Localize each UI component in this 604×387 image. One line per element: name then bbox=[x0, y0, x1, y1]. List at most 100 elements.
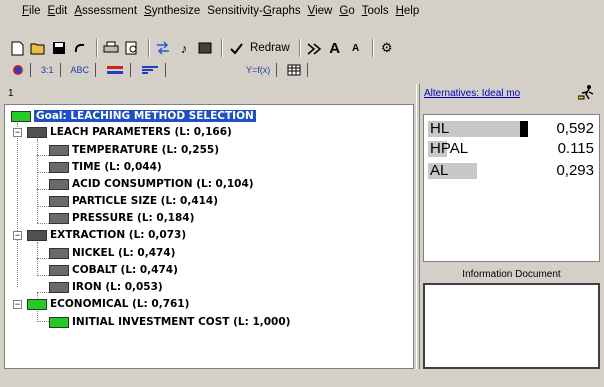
menu-file[interactable]: File bbox=[22, 5, 41, 17]
tree-connector bbox=[37, 189, 49, 190]
settings-icon[interactable]: ⚙ bbox=[378, 39, 396, 57]
alternative-name: AL bbox=[430, 162, 449, 179]
tab-sort-bars-icon[interactable] bbox=[135, 63, 167, 77]
music-note-icon[interactable]: ♪ bbox=[175, 39, 193, 57]
menu-sensitivity-graphs[interactable]: Sensitivity-Graphs bbox=[207, 5, 300, 17]
undo-icon[interactable] bbox=[71, 39, 89, 57]
tree-connector bbox=[37, 321, 49, 322]
running-figure-icon[interactable] bbox=[577, 84, 596, 103]
subcriterion-node-icon bbox=[49, 161, 69, 173]
tree-node-pressure[interactable]: PRESSURE (L: 0,184) bbox=[49, 211, 194, 225]
menu-bar: File Edit Assessment Synthesize Sensitiv… bbox=[0, 0, 604, 22]
tree-connector bbox=[37, 258, 49, 259]
stop-icon[interactable] bbox=[196, 39, 214, 57]
tree-connector bbox=[37, 155, 49, 156]
tree-node-time[interactable]: TIME (L: 0,044) bbox=[49, 160, 162, 174]
toolbar-separator bbox=[96, 39, 98, 57]
collapse-toggle-icon[interactable]: − bbox=[13, 300, 22, 309]
pane-splitter[interactable] bbox=[416, 84, 420, 369]
tree-node-economical[interactable]: ECONOMICAL (L: 0,761) bbox=[27, 297, 189, 311]
save-icon[interactable] bbox=[50, 39, 68, 57]
toolbar-separator bbox=[371, 39, 374, 57]
subcriterion-node-icon bbox=[49, 264, 69, 276]
print-icon[interactable] bbox=[102, 39, 120, 57]
toolbar: ♪ Redraw A A ⚙ bbox=[8, 36, 399, 60]
collapse-toggle-icon[interactable]: − bbox=[13, 231, 22, 240]
tree-connector bbox=[37, 223, 49, 224]
redraw-icon[interactable] bbox=[227, 39, 245, 57]
tree-pane-header: 1 bbox=[8, 84, 14, 102]
tree-node-iron[interactable]: IRON (L: 0,053) bbox=[49, 280, 163, 294]
collapse-toggle-icon[interactable]: − bbox=[13, 128, 22, 137]
tree-node-leach-parameters[interactable]: LEACH PARAMETERS (L: 0,166) bbox=[27, 125, 232, 139]
tab-ratio[interactable]: 3:1 bbox=[35, 63, 61, 77]
information-document-textbox[interactable] bbox=[423, 283, 600, 369]
alternative-bar-marker bbox=[520, 121, 528, 137]
print-preview-icon[interactable] bbox=[123, 39, 141, 57]
font-large-icon[interactable]: A bbox=[326, 39, 344, 57]
alternative-name: HPAL bbox=[430, 140, 469, 157]
swap-icon[interactable] bbox=[154, 39, 172, 57]
tree-connector bbox=[37, 139, 38, 223]
criterion-node-icon bbox=[27, 229, 47, 241]
tree-node-initial-investment-cost[interactable]: INITIAL INVESTMENT COST (L: 1,000) bbox=[49, 315, 290, 329]
subcriterion-node-icon bbox=[49, 212, 69, 224]
menu-view[interactable]: View bbox=[308, 5, 333, 17]
alternative-value: 0,592 bbox=[556, 120, 594, 137]
tree-connector bbox=[37, 242, 38, 276]
subcriterion-node-icon bbox=[49, 178, 69, 190]
tab-grid-icon[interactable] bbox=[281, 63, 309, 77]
tree-connector bbox=[17, 123, 18, 287]
tree-node-goal[interactable]: Goal: LEACHING METHOD SELECTION bbox=[11, 109, 256, 123]
toolbar-separator bbox=[298, 39, 301, 57]
font-small-icon[interactable]: A bbox=[347, 39, 365, 57]
subcriterion-node-icon bbox=[49, 195, 69, 207]
alternative-value: 0,293 bbox=[556, 162, 594, 179]
tab-distributive-icon[interactable] bbox=[6, 63, 31, 77]
menu-help[interactable]: Help bbox=[396, 5, 420, 17]
tree-node-particle-size[interactable]: PARTICLE SIZE (L: 0,414) bbox=[49, 194, 218, 208]
criterion-node-icon bbox=[27, 298, 47, 310]
toolbar-separator bbox=[221, 39, 223, 57]
alternative-row[interactable]: HPAL 0.115 bbox=[428, 139, 596, 159]
menu-assessment[interactable]: Assessment bbox=[74, 5, 137, 17]
tree-connector bbox=[37, 206, 49, 207]
tab-equal-bars-icon[interactable] bbox=[100, 63, 132, 77]
alternative-value: 0.115 bbox=[557, 140, 594, 157]
tab-formula[interactable]: Y=f(x) bbox=[240, 63, 278, 77]
information-document-title: Information Document bbox=[462, 269, 561, 280]
tab-abc[interactable]: ABC bbox=[65, 63, 97, 77]
tree-node-acid-consumption[interactable]: ACID CONSUMPTION (L: 0,104) bbox=[49, 177, 254, 191]
subcriterion-node-icon bbox=[49, 316, 69, 328]
alternatives-header: Alternatives: Ideal mo bbox=[424, 84, 600, 102]
subcriterion-node-icon bbox=[49, 247, 69, 259]
alternatives-pane[interactable]: HL 0,592 HPAL 0.115 AL 0,293 bbox=[423, 114, 600, 262]
subcriterion-node-icon bbox=[49, 144, 69, 156]
goal-node-icon bbox=[11, 110, 31, 122]
menu-tools[interactable]: Tools bbox=[362, 5, 389, 17]
tree-arrow-icon[interactable] bbox=[305, 39, 323, 57]
tree-node-extraction[interactable]: EXTRACTION (L: 0,073) bbox=[27, 228, 186, 242]
toolbar-separator bbox=[148, 39, 150, 57]
tree-connector bbox=[37, 292, 49, 293]
tree-node-temperature[interactable]: TEMPERATURE (L: 0,255) bbox=[49, 143, 219, 157]
redraw-button[interactable]: Redraw bbox=[248, 39, 292, 57]
menu-go[interactable]: Go bbox=[339, 5, 354, 17]
subcriterion-node-icon bbox=[49, 281, 69, 293]
tree-node-nickel[interactable]: NICKEL (L: 0,474) bbox=[49, 246, 175, 260]
alternative-row[interactable]: AL 0,293 bbox=[428, 161, 596, 181]
tree-node-cobalt[interactable]: COBALT (L: 0,474) bbox=[49, 263, 178, 277]
alternatives-ideal-mode-link[interactable]: Alternatives: Ideal mo bbox=[424, 88, 520, 99]
open-folder-icon[interactable] bbox=[29, 39, 47, 57]
hierarchy-tree-pane[interactable]: Goal: LEACHING METHOD SELECTION − LEACH … bbox=[4, 104, 414, 369]
menu-synthesize[interactable]: Synthesize bbox=[144, 5, 200, 17]
alternative-name: HL bbox=[430, 120, 450, 137]
new-file-icon[interactable] bbox=[8, 39, 26, 57]
tree-connector bbox=[37, 172, 49, 173]
tree-level-number: 1 bbox=[8, 87, 14, 99]
criterion-node-icon bbox=[27, 126, 47, 138]
view-tab-strip: 3:1 ABC Y=f(x) bbox=[6, 61, 312, 77]
tree-connector bbox=[37, 275, 49, 276]
alternative-row[interactable]: HL 0,592 bbox=[428, 119, 596, 139]
menu-edit[interactable]: Edit bbox=[48, 5, 68, 17]
